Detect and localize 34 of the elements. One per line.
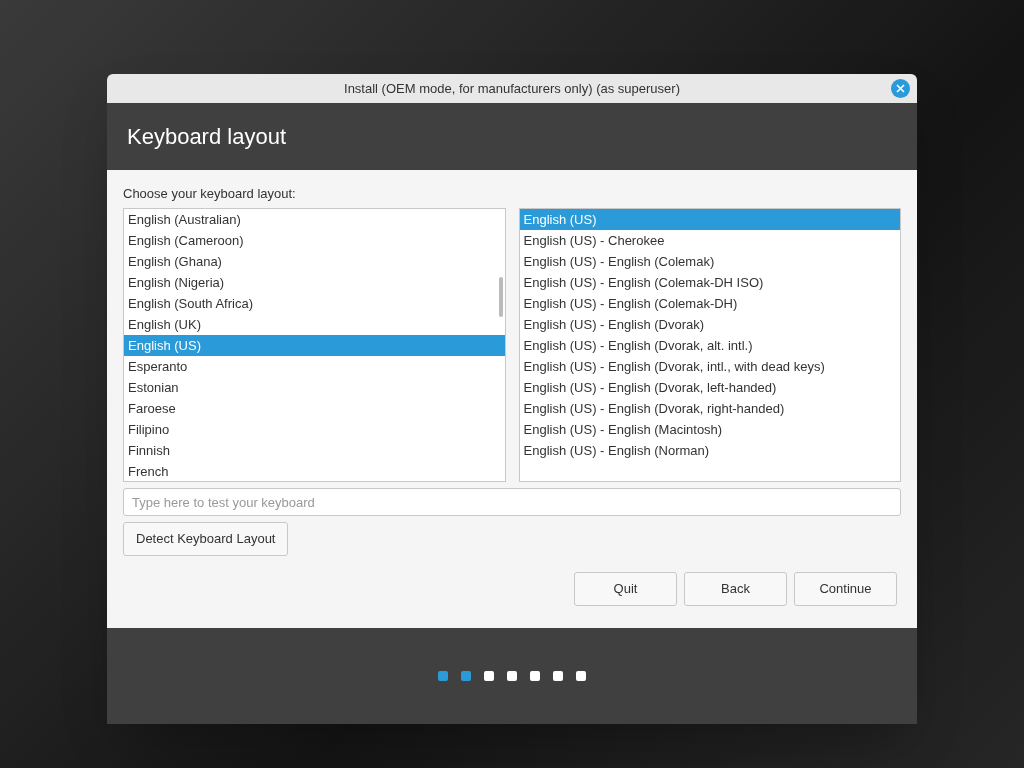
close-button[interactable] — [891, 79, 910, 98]
nav-button[interactable]: Quit — [574, 572, 677, 606]
list-item[interactable]: Finnish — [124, 440, 505, 461]
detect-layout-button[interactable]: Detect Keyboard Layout — [123, 522, 289, 556]
window-title: Install (OEM mode, for manufacturers only) (as superuser) — [344, 79, 680, 98]
list-item[interactable]: English (US) - English (Colemak-DH) — [519, 293, 900, 314]
list-item[interactable]: English (Cameroon) — [124, 230, 505, 251]
list-item[interactable]: English (US) - English (Norman) — [519, 440, 900, 461]
list-item[interactable]: English (Australian) — [124, 209, 505, 230]
list-item[interactable]: English (US) - English (Colemak-DH ISO) — [519, 272, 900, 293]
list-item[interactable]: Estonian — [124, 377, 505, 398]
list-item[interactable]: Faroese — [124, 398, 505, 419]
list-item[interactable]: English (South Africa) — [124, 293, 505, 314]
list-item[interactable]: English (Nigeria) — [124, 272, 505, 293]
list-item[interactable]: Filipino — [124, 419, 505, 440]
list-item[interactable]: English (Ghana) — [124, 251, 505, 272]
test-input-field[interactable]: Type here to test your keyboard — [123, 488, 901, 516]
list-item[interactable]: English (US) - English (Dvorak) — [519, 314, 900, 335]
list-item[interactable]: English (US) - English (Dvorak, intl., with dead keys) — [519, 356, 900, 377]
page-title: Keyboard layout — [127, 123, 286, 151]
nav-button[interactable]: Back — [684, 572, 787, 606]
nav-button[interactable]: Continue — [794, 572, 897, 606]
list-item[interactable]: French — [124, 461, 505, 481]
list-item[interactable]: English (US) - English (Macintosh) — [519, 419, 900, 440]
list-item[interactable]: English (US) - English (Colemak) — [519, 251, 900, 272]
scrollbar-thumb[interactable] — [498, 277, 503, 317]
list-item[interactable]: Esperanto — [124, 356, 505, 377]
close-icon — [896, 84, 905, 93]
list-item[interactable]: English (US) - English (Dvorak, right-handed) — [519, 398, 900, 419]
list-item[interactable]: English (US) - Cherokee — [519, 230, 900, 251]
list-item[interactable]: English (US) - English (Dvorak, alt. intl.) — [519, 335, 900, 356]
list-item[interactable]: English (US) - English (Dvorak, left-handed) — [519, 377, 900, 398]
list-item[interactable]: English (UK) — [124, 314, 505, 335]
prompt-label: Choose your keyboard layout: — [123, 186, 297, 202]
